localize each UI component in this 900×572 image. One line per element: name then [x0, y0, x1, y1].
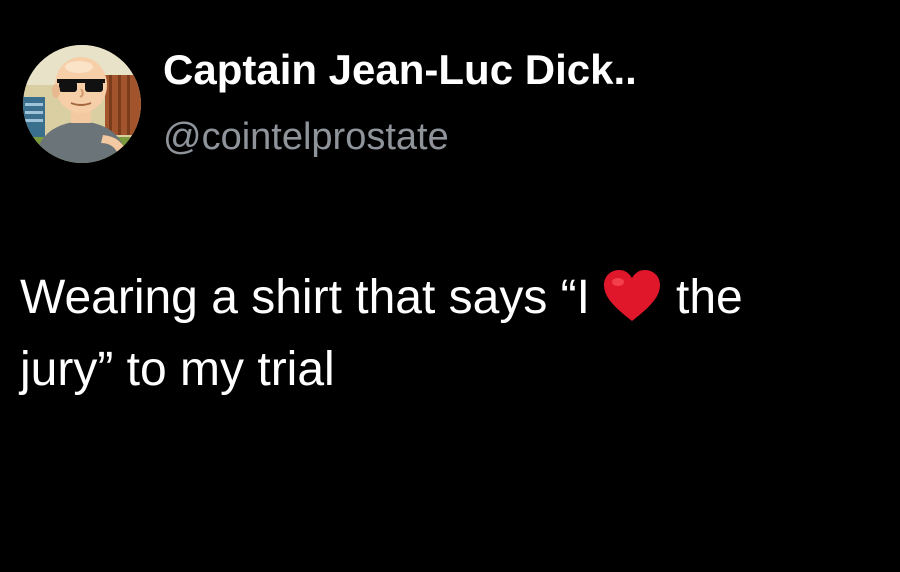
cartoon-man-avatar-icon — [23, 45, 141, 163]
tweet-card: Captain Jean-Luc Dick.. @cointelprostate… — [0, 0, 900, 572]
tweet-text-line-2: jury” to my trial — [20, 343, 335, 396]
tweet-text-segment: Wearing a shirt that says “I — [20, 271, 590, 324]
tweet-text-line-1: Wearing a shirt that says “I the — [20, 262, 890, 334]
heart-icon — [604, 270, 660, 321]
user-handle[interactable]: @cointelprostate — [163, 114, 449, 160]
tweet-text: Wearing a shirt that says “I the jury” to… — [20, 262, 890, 406]
tweet-text-segment: the — [676, 271, 743, 324]
display-name[interactable]: Captain Jean-Luc Dick.. — [163, 44, 637, 96]
profile-avatar[interactable] — [23, 45, 141, 163]
